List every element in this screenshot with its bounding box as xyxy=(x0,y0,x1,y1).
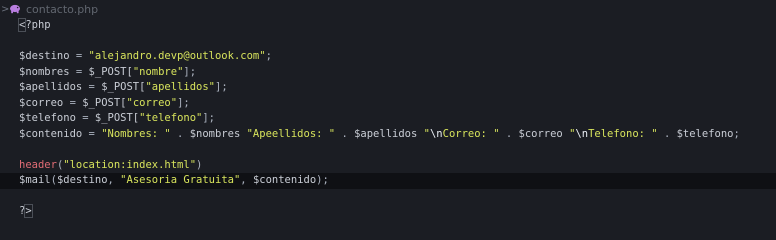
code-token-punc: = xyxy=(82,81,102,93)
code-token-punc: ]; xyxy=(177,96,190,109)
code-token-punc: . xyxy=(170,127,190,140)
code-token-var: $nombres xyxy=(189,127,241,140)
code-line[interactable]: $nombres = $_POST["nombre"]; xyxy=(0,65,776,81)
code-line[interactable] xyxy=(0,189,776,205)
code-token-punc: , xyxy=(107,174,121,186)
code-line[interactable]: header("location:index.html") xyxy=(0,158,776,174)
code-token-var: $contenido xyxy=(19,127,83,140)
code-token-punc: = xyxy=(63,96,83,109)
code-token-var: $mail xyxy=(19,174,51,186)
php-elephant-icon xyxy=(9,4,21,14)
code-line[interactable]: <?php xyxy=(0,18,776,34)
code-token-tag: ?php xyxy=(25,19,51,31)
code-token-var: $telefono xyxy=(19,112,76,124)
code-token-punc: = xyxy=(69,50,89,62)
code-token-punc: ]; xyxy=(215,81,228,93)
chevron-right-icon[interactable]: > xyxy=(1,4,9,15)
code-line[interactable]: $apellidos = $_POST["apellidos"]; xyxy=(0,80,776,96)
code-token-var: $telefono xyxy=(676,127,734,140)
code-token-punc: ) xyxy=(196,158,203,171)
code-token-str: "apellidos" xyxy=(145,81,215,93)
code-line[interactable]: $mail($destino, "Asesoria Gratuita", $co… xyxy=(0,173,776,189)
code-line[interactable]: $telefono = $_POST["telefono"]; xyxy=(0,111,776,127)
breadcrumb-filename[interactable]: contacto.php xyxy=(26,3,98,16)
code-token-str: "Asesoria Gratuita" xyxy=(120,174,241,186)
code-token-str: "alejandro.devp@outlook.com" xyxy=(88,50,266,62)
code-token-var: $contenido xyxy=(252,174,317,186)
code-line[interactable]: $correo = $_POST["correo"]; xyxy=(0,96,776,112)
code-token-str: "nombre" xyxy=(132,65,184,78)
code-token-punc: = xyxy=(82,127,102,140)
code-token-esc: \n xyxy=(429,127,443,140)
code-line[interactable]: $contenido = "Nombres: " . $nombres "Ape… xyxy=(0,127,776,143)
breadcrumb: > contacto.php xyxy=(0,0,776,18)
code-token-var: $destino xyxy=(19,50,70,62)
code-line[interactable] xyxy=(0,142,776,158)
code-token-var: $apellidos xyxy=(19,81,83,93)
code-token-var: $nombres xyxy=(19,65,70,78)
code-token-var: $apellidos xyxy=(354,127,418,140)
code-token-str: "location:index.html" xyxy=(63,158,197,171)
code-token-punc: = xyxy=(75,112,95,124)
code-token-str: Telefono: " xyxy=(588,127,658,140)
code-token-punc: = xyxy=(69,65,89,78)
code-token-str: "telefono" xyxy=(139,112,203,124)
code-token-punc: ]; xyxy=(183,65,197,78)
code-token-punc: , xyxy=(240,174,253,186)
code-token-var: $destino xyxy=(56,174,108,186)
code-token-punc: . xyxy=(335,127,355,140)
code-lines[interactable]: <?php $destino = "alejandro.devp@outlook.… xyxy=(0,18,776,220)
code-line[interactable] xyxy=(0,34,776,50)
code-token-punc: ; xyxy=(265,50,272,62)
code-token-punc: . xyxy=(657,127,677,140)
code-token-var: $_POST[ xyxy=(94,112,140,124)
code-token-str: Correo: " xyxy=(442,127,500,140)
code-line[interactable]: ?> xyxy=(0,204,776,220)
code-token-bracket: > xyxy=(24,204,33,218)
code-token-var: $_POST[ xyxy=(101,81,146,93)
code-token-func: header xyxy=(19,158,57,171)
code-token-esc: \n xyxy=(575,127,589,140)
code-token-var: $correo xyxy=(518,127,563,140)
code-token-punc: ; xyxy=(733,127,740,140)
code-token-punc: ]; xyxy=(202,112,216,124)
code-token-str: "correo" xyxy=(126,96,178,109)
code-line[interactable]: $destino = "alejandro.devp@outlook.com"; xyxy=(0,49,776,65)
code-token-str: "Nombres: " xyxy=(101,127,171,140)
code-token-str: "Apeellidos: " xyxy=(246,127,336,140)
code-token-var: $_POST[ xyxy=(88,65,133,78)
code-token-punc: . xyxy=(499,127,519,140)
code-token-var: $correo xyxy=(19,96,64,109)
code-token-var: $_POST[ xyxy=(82,96,127,109)
code-editor[interactable]: > contacto.php <?php $destino = "alejandr… xyxy=(0,0,776,233)
code-token-punc: ); xyxy=(316,174,329,186)
